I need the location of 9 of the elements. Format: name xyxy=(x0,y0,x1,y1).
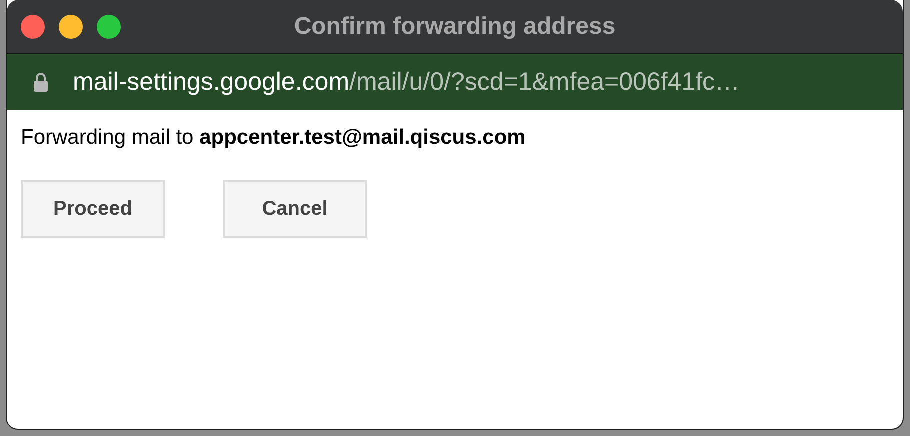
close-button[interactable] xyxy=(21,14,45,38)
lock-icon xyxy=(33,72,49,92)
page-url: mail-settings.google.com/mail/u/0/?scd=1&mfea=006f41fc… xyxy=(73,68,740,96)
zoom-button[interactable] xyxy=(97,14,121,38)
window-title: Confirm forwarding address xyxy=(294,12,616,40)
forwarding-message: Forwarding mail to appcenter.test@mail.qiscus.com xyxy=(21,126,527,150)
proceed-button[interactable]: Proceed xyxy=(21,180,165,238)
cancel-button[interactable]: Cancel xyxy=(223,180,367,238)
minimize-button[interactable] xyxy=(59,14,83,38)
